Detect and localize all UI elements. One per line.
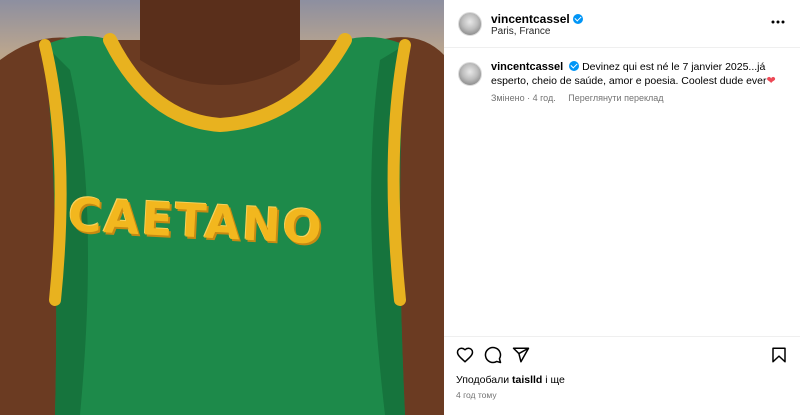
- caption-text: vincentcassel Devinez qui est né le 7 ja…: [491, 60, 781, 88]
- heart-emoji-icon: ❤: [766, 75, 776, 87]
- post-timestamp[interactable]: 4 год тому: [456, 390, 497, 400]
- bookmark-icon[interactable]: [770, 346, 788, 364]
- share-icon[interactable]: [512, 346, 530, 364]
- verified-badge-icon: [572, 14, 583, 24]
- liker-username-link[interactable]: taislld: [512, 374, 542, 386]
- location-link[interactable]: Paris, France: [491, 26, 550, 37]
- verified-badge-icon: [569, 61, 580, 71]
- post-header: vincentcassel Paris, France: [444, 0, 800, 48]
- avatar[interactable]: [458, 12, 482, 36]
- comment-icon[interactable]: [484, 346, 502, 364]
- more-horizontal-icon[interactable]: [770, 14, 786, 30]
- post-image[interactable]: CAETANO: [0, 0, 444, 415]
- likes-others-link[interactable]: і ще: [545, 374, 565, 386]
- avatar[interactable]: [458, 62, 482, 86]
- edited-label: Змінено: [491, 93, 525, 103]
- caption-username-link[interactable]: vincentcassel: [491, 61, 563, 73]
- caption-meta: Змінено · 4 год. Переглянути переклад: [491, 93, 664, 103]
- caption-time[interactable]: 4 год.: [533, 93, 556, 103]
- heart-icon[interactable]: [456, 346, 474, 364]
- likes-summary: Уподобали taislld і ще: [456, 374, 565, 386]
- see-translation-button[interactable]: Переглянути переклад: [568, 93, 663, 103]
- post-details-panel: vincentcassel Paris, France vincentcasse…: [444, 0, 800, 415]
- action-bar: [444, 336, 800, 370]
- username-link[interactable]: vincentcassel: [491, 12, 570, 26]
- likes-prefix: Уподобали: [456, 374, 510, 386]
